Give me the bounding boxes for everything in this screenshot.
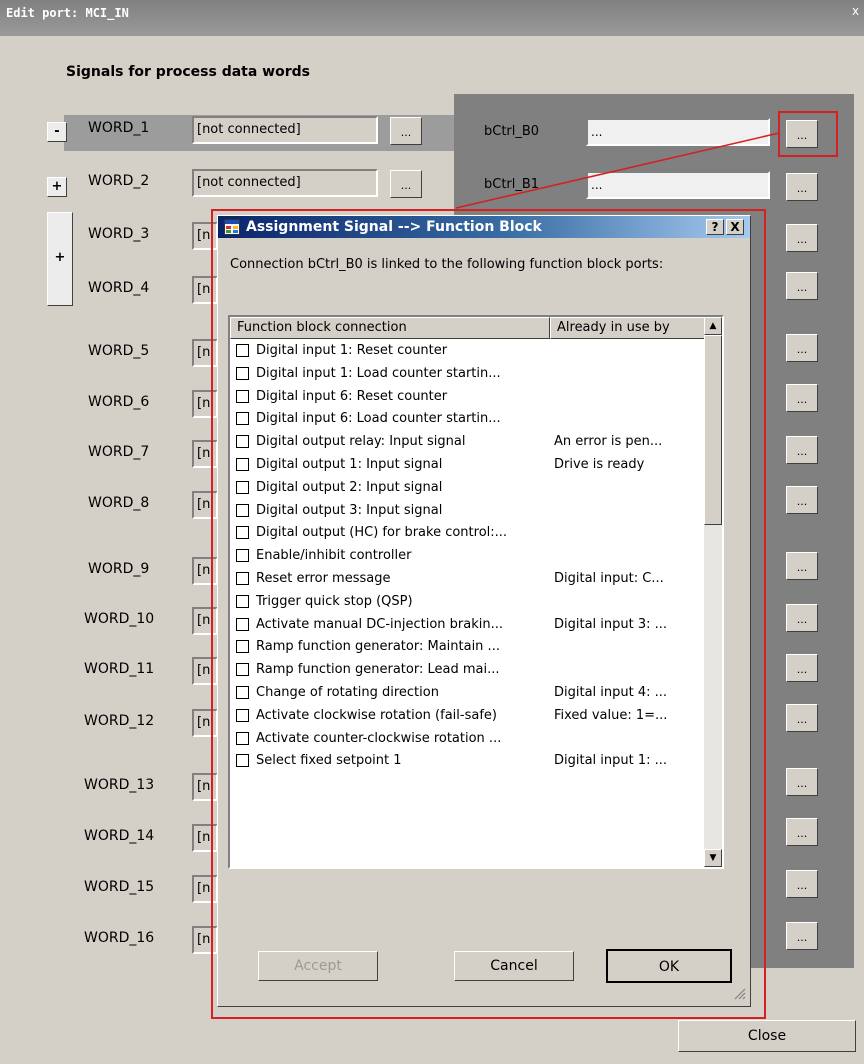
help-icon[interactable]: ? [706,219,724,235]
list-item-name: Digital output 1: Input signal [256,457,443,472]
list-item-name: Digital output (HC) for brake control:..… [256,525,508,541]
list-item[interactable]: Digital input 6: Load counter startin... [230,408,706,431]
checkbox-icon[interactable] [236,686,249,699]
app-window-icon [224,219,240,235]
ok-button[interactable]: OK [606,949,732,983]
list-item[interactable]: Digital output 2: Input signal [230,477,706,500]
list-item-name: Reset error message [256,571,391,586]
list-item-name: Digital output relay: Input signal [256,434,466,450]
scroll-thumb[interactable] [704,335,722,525]
list-item[interactable]: Enable/inhibit controller [230,545,706,568]
dialog-titlebar: Assignment Signal --> Function Block ? X [218,216,750,238]
list-item-name: Digital input 1: Reset counter [256,343,448,358]
checkbox-icon[interactable] [236,366,249,380]
checkbox-icon[interactable] [236,503,249,517]
list-item[interactable]: Digital output (HC) for brake control:..… [230,522,706,545]
list-item[interactable]: Digital input 1: Load counter startin... [230,363,706,386]
function-block-list[interactable]: Function block connection Already in use… [228,315,724,869]
list-item-in-use: Digital input 1: ... [554,753,668,769]
checkbox-icon[interactable] [236,412,249,426]
scroll-down-icon[interactable]: ▼ [704,849,722,867]
checkbox-icon[interactable] [236,526,249,540]
list-item-name: Digital input 6: Reset counter [256,388,448,404]
checkbox-icon[interactable] [236,458,249,471]
list-item[interactable]: Select fixed setpoint 1 Digital input 1: … [230,750,706,773]
list-item[interactable]: Digital output 1: Input signal Drive is r… [230,454,706,477]
list-item[interactable]: Digital output relay: Input signal An err… [230,431,706,454]
list-item[interactable]: Reset error message Digital input: C... [230,568,706,591]
scroll-up-icon[interactable]: ▲ [704,317,722,335]
checkbox-icon[interactable] [236,344,249,357]
list-item[interactable]: Activate clockwise rotation (fail-safe) F… [230,705,706,728]
list-item-name: Ramp function generator: Maintain ... [256,639,500,655]
list-item[interactable]: Activate counter-clockwise rotation ... [230,728,706,751]
list-item-name: Trigger quick stop (QSP) [256,593,413,609]
list-item[interactable]: Ramp function generator: Lead mai... [230,659,706,682]
checkbox-icon[interactable] [236,640,249,654]
checkbox-icon[interactable] [236,663,249,677]
checkbox-icon[interactable] [236,731,249,745]
list-item-name: Digital output 2: Input signal [256,479,443,495]
list-item[interactable]: Trigger quick stop (QSP) [230,591,706,614]
checkbox-icon[interactable] [236,389,249,403]
assignment-dialog: Assignment Signal --> Function Block ? X… [217,215,751,1007]
list-item-in-use: Drive is ready [554,457,645,472]
list-item-name: Ramp function generator: Lead mai... [256,662,500,678]
list-item-name: Activate clockwise rotation (fail-safe) [256,707,497,723]
list-item-in-use: Digital input: C... [554,571,664,586]
list-item[interactable]: Activate manual DC-injection brakin... Di… [230,614,706,637]
accept-button[interactable]: Accept [258,951,378,981]
column-header-connection[interactable]: Function block connection [230,317,550,339]
checkbox-icon[interactable] [236,754,249,768]
list-item-name: Digital input 1: Load counter startin... [256,365,501,381]
list-item-name: Digital input 6: Load counter startin... [256,411,501,427]
list-item[interactable]: Digital input 6: Reset counter [230,386,706,409]
dialog-title: Assignment Signal --> Function Block [246,219,542,235]
list-item[interactable]: Ramp function generator: Maintain ... [230,636,706,659]
checkbox-icon[interactable] [236,480,249,494]
dialog-description: Connection bCtrl_B0 is linked to the fol… [230,257,664,272]
close-icon[interactable]: X [726,219,744,235]
list-item-name: Activate counter-clockwise rotation ... [256,730,502,746]
list-item-name: Activate manual DC-injection brakin... [256,616,503,632]
list-item-in-use: Digital input 4: ... [554,685,668,700]
vertical-scrollbar[interactable]: ▲ ▼ [704,317,722,867]
checkbox-icon[interactable] [236,708,249,722]
checkbox-icon[interactable] [236,617,249,631]
resize-grip-icon[interactable] [732,986,746,1000]
column-header-in-use[interactable]: Already in use by [550,317,706,339]
list-item-name: Digital output 3: Input signal [256,502,443,518]
list-item-in-use: Fixed value: 1=... [554,707,668,723]
list-item-in-use: An error is pen... [554,434,663,450]
list-item-name: Enable/inhibit controller [256,548,412,564]
checkbox-icon[interactable] [236,435,249,449]
list-item-name: Select fixed setpoint 1 [256,753,402,769]
close-button[interactable]: Close [678,1020,856,1052]
list-item-name: Change of rotating direction [256,685,439,700]
list-item-in-use: Digital input 3: ... [554,616,668,632]
list-item[interactable]: Change of rotating direction Digital inpu… [230,682,706,705]
cancel-button[interactable]: Cancel [454,951,574,981]
list-item[interactable]: Digital input 1: Reset counter [230,340,706,363]
checkbox-icon[interactable] [236,594,249,608]
checkbox-icon[interactable] [236,572,249,585]
checkbox-icon[interactable] [236,549,249,563]
list-item[interactable]: Digital output 3: Input signal [230,500,706,523]
